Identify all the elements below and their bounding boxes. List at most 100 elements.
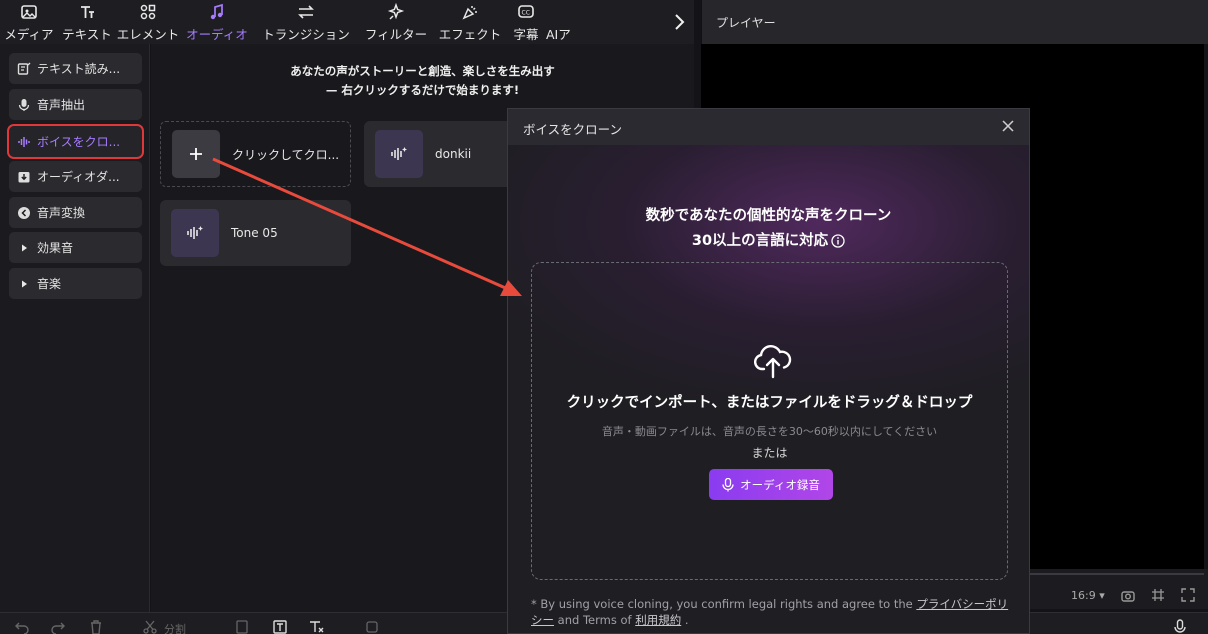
legal-notice-end: .: [684, 613, 689, 627]
tab-audio-label: オーディオ: [186, 26, 248, 42]
sidebar-item-label: ボイスをクロ...: [37, 135, 121, 149]
cloud-upload-icon: [754, 345, 792, 379]
tab-elements-label: エレメント: [116, 26, 180, 42]
banner-line-2: — 右クリックするだけで始まります!: [325, 83, 520, 97]
tab-ai[interactable]: AIア: [546, 0, 576, 44]
ai-voice-icon: [171, 209, 219, 257]
clip-icon[interactable]: [234, 619, 250, 634]
audio-sidebar: テキスト読み... 音声抽出 ボイスをクロ... オーディオダ... 音声変換 …: [0, 44, 150, 612]
triangle-right-icon: [17, 277, 31, 291]
file-drop-zone[interactable]: クリックでインポート、またはファイルをドラッグ＆ドロップ 音声・動画ファイルは、…: [531, 262, 1008, 580]
transition-icon: [296, 2, 316, 22]
undo-icon[interactable]: [14, 619, 30, 634]
aspect-ratio-value: 16:9: [1071, 589, 1096, 602]
panel-banner: あなたの声がストーリーと創造、楽しさを生み出す — 右クリックするだけで始まりま…: [151, 62, 694, 100]
effect-icon: [461, 2, 479, 22]
tab-media[interactable]: メディア: [0, 0, 58, 44]
sidebar-item-audio-download[interactable]: オーディオダ...: [9, 161, 142, 192]
audio-download-icon: [17, 170, 31, 184]
text-remove-icon[interactable]: [308, 619, 324, 634]
aspect-ratio-select[interactable]: 16:9 ▾: [1071, 589, 1105, 602]
sidebar-item-text-to-speech[interactable]: テキスト読み...: [9, 53, 142, 84]
chevron-right-icon: [675, 14, 685, 30]
audio-icon: [208, 2, 226, 22]
filter-icon: [387, 2, 405, 22]
voice-card-tone05[interactable]: Tone 05: [160, 200, 351, 266]
fullscreen-icon[interactable]: [1180, 587, 1196, 603]
tab-media-label: メディア: [4, 26, 54, 42]
tab-transition[interactable]: トランジション: [254, 0, 358, 44]
scissors-icon[interactable]: [142, 619, 158, 634]
record-audio-button[interactable]: オーディオ録音: [709, 469, 833, 500]
tab-subtitle-label: 字幕: [513, 26, 539, 42]
microphone-icon: [17, 98, 31, 112]
dialog-headline: 数秒であなたの個性的な声をクローン 30以上の言語に対応: [508, 204, 1029, 254]
tab-ai-label: AIア: [546, 26, 571, 42]
legal-notice-prefix: * By using voice cloning, you confirm le…: [531, 597, 913, 611]
sidebar-item-voice-clone[interactable]: ボイスをクロ...: [7, 124, 144, 159]
drop-zone-or: または: [751, 446, 788, 460]
clone-voice-card[interactable]: クリックしてクロ...: [160, 121, 351, 187]
tab-text[interactable]: テキスト: [58, 0, 116, 44]
split-label: 分割: [164, 623, 186, 634]
close-icon[interactable]: [1001, 119, 1015, 133]
text-to-speech-icon: [17, 62, 31, 76]
headline-line-2: 30以上の言語に対応: [508, 229, 1029, 254]
sidebar-item-label: 音楽: [37, 277, 62, 291]
banner-line-1: あなたの声がストーリーと創造、楽しさを生み出す: [290, 64, 555, 78]
headline-language-support: 30以上の言語に対応: [691, 233, 829, 249]
tab-audio[interactable]: オーディオ: [180, 0, 254, 44]
drop-zone-hint: 音声・動画ファイルは、音声の長さを30～60秒以内にしてください: [601, 425, 938, 438]
voice-clone-dialog: ボイスをクローン 数秒であなたの個性的な声をクローン 30以上の言語に対応 クリ…: [507, 108, 1030, 634]
player-title: プレイヤー: [716, 16, 776, 30]
sidebar-item-voice-change[interactable]: 音声変換: [9, 197, 142, 228]
tab-effect-label: エフェクト: [438, 26, 502, 42]
voice-wave-icon: [17, 135, 31, 149]
tab-filter[interactable]: フィルター: [358, 0, 434, 44]
sidebar-item-label: オーディオダ...: [37, 170, 120, 184]
sidebar-item-label: 音声抽出: [37, 98, 86, 112]
sidebar-item-music[interactable]: 音楽: [9, 268, 142, 299]
ai-voice-icon: [375, 130, 423, 178]
tab-text-label: テキスト: [62, 26, 112, 42]
clone-card-label: クリックしてクロ...: [232, 147, 340, 162]
sidebar-item-label: 音声変換: [37, 206, 86, 220]
text-icon: [78, 2, 96, 22]
toolbar-next-button[interactable]: [668, 8, 690, 36]
text-tool-icon[interactable]: [272, 619, 288, 634]
top-toolbar: メディア テキスト エレメント オーディオ トランジション フィルター エフェク…: [0, 0, 694, 44]
media-icon: [20, 2, 38, 22]
legal-notice: * By using voice cloning, you confirm le…: [531, 596, 1011, 628]
grid-icon[interactable]: [1150, 587, 1166, 603]
record-audio-label: オーディオ録音: [740, 477, 820, 492]
player-header: プレイヤー: [701, 0, 1208, 44]
voice-change-icon: [17, 206, 31, 220]
sidebar-item-label: 効果音: [37, 241, 74, 255]
sidebar-item-sound-effects[interactable]: 効果音: [9, 232, 142, 263]
microphone-icon: [722, 477, 734, 492]
voice-card-donkii[interactable]: donkii: [364, 121, 514, 187]
record-voice-icon[interactable]: [1172, 619, 1188, 634]
tab-filter-label: フィルター: [364, 26, 428, 42]
redo-icon[interactable]: [50, 619, 66, 634]
drop-zone-title: クリックでインポート、またはファイルをドラッグ＆ドロップ: [566, 395, 973, 411]
tab-subtitle[interactable]: CC 字幕: [506, 0, 546, 44]
subtitle-icon: CC: [517, 2, 535, 22]
delete-icon[interactable]: [88, 619, 104, 634]
plus-icon: [172, 130, 220, 178]
triangle-right-icon: [17, 241, 31, 255]
tab-transition-label: トランジション: [262, 26, 350, 42]
voice-card-label: donkii: [435, 147, 472, 161]
tab-elements[interactable]: エレメント: [116, 0, 180, 44]
camera-icon[interactable]: [1120, 587, 1136, 603]
voice-card-label: Tone 05: [231, 226, 278, 240]
headline-line-1: 数秒であなたの個性的な声をクローン: [645, 208, 892, 224]
terms-of-use-link[interactable]: 利用規約: [635, 613, 681, 627]
svg-text:CC: CC: [522, 9, 530, 16]
sidebar-item-voice-extract[interactable]: 音声抽出: [9, 89, 142, 120]
legal-notice-mid: and Terms of: [557, 613, 632, 627]
dialog-header: ボイスをクローン: [508, 109, 1029, 145]
tab-effect[interactable]: エフェクト: [434, 0, 506, 44]
layers-icon[interactable]: [364, 619, 380, 634]
info-icon[interactable]: [831, 234, 845, 248]
